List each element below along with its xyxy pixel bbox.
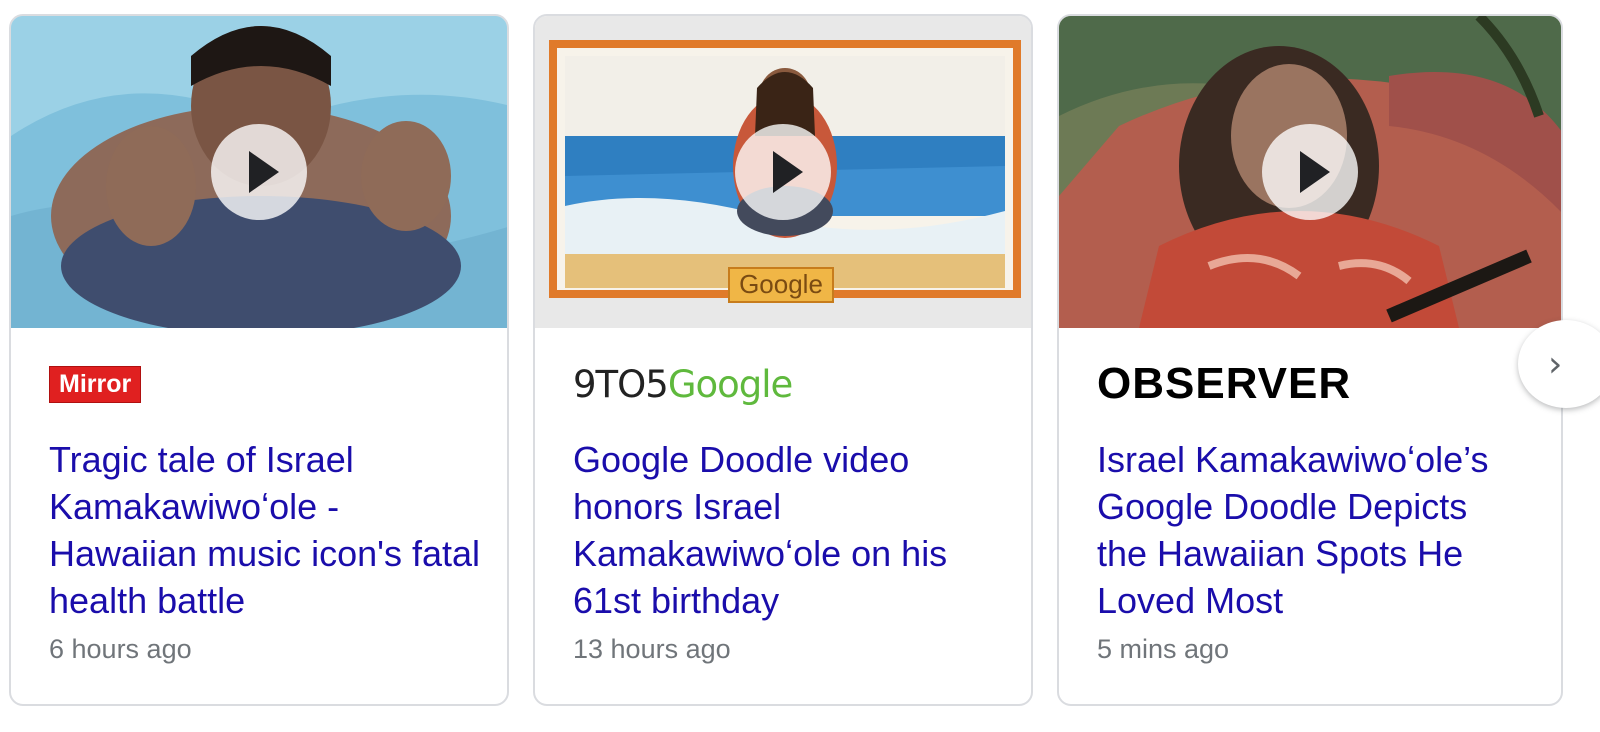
video-thumbnail[interactable]: Google [535,16,1031,328]
source-name: Mirror [49,365,142,403]
news-card[interactable]: Mirror Tragic tale of Israel Kamakawiwoʻ… [9,14,509,706]
article-title-link[interactable]: Google Doodle video honors Israel Kamaka… [573,436,1013,624]
article-title-link[interactable]: Israel Kamakawiwoʻole’s Google Doodle De… [1097,436,1527,624]
chevron-right-icon: › [1548,344,1563,385]
article-title-link[interactable]: Tragic tale of Israel Kamakawiwoʻole - H… [49,436,489,624]
video-thumbnail[interactable] [1059,16,1561,328]
source-name-prefix: 9TO5 [573,362,669,406]
timestamp: 5 mins ago [1097,634,1230,664]
source-name: 9TO5Google [573,362,793,406]
source-logo-mirror: Mirror [49,362,142,406]
source-logo-observer: OBSERVER [1097,359,1352,408]
news-card[interactable]: Google 9TO5Google Google Doodle video ho… [533,14,1033,706]
news-card[interactable]: OBSERVER Israel Kamakawiwoʻole’s Google … [1057,14,1563,706]
play-icon[interactable] [211,124,307,220]
source-logo-9to5google: 9TO5Google [573,362,793,406]
timestamp: 6 hours ago [49,634,192,664]
news-carousel: Mirror Tragic tale of Israel Kamakawiwoʻ… [0,0,1600,732]
google-sign: Google [739,269,823,299]
timestamp: 13 hours ago [573,634,731,664]
video-thumbnail[interactable] [11,16,507,328]
source-name: OBSERVER [1097,359,1352,408]
source-name-suffix: Google [667,362,793,406]
play-icon[interactable] [735,124,831,220]
play-icon[interactable] [1262,124,1358,220]
